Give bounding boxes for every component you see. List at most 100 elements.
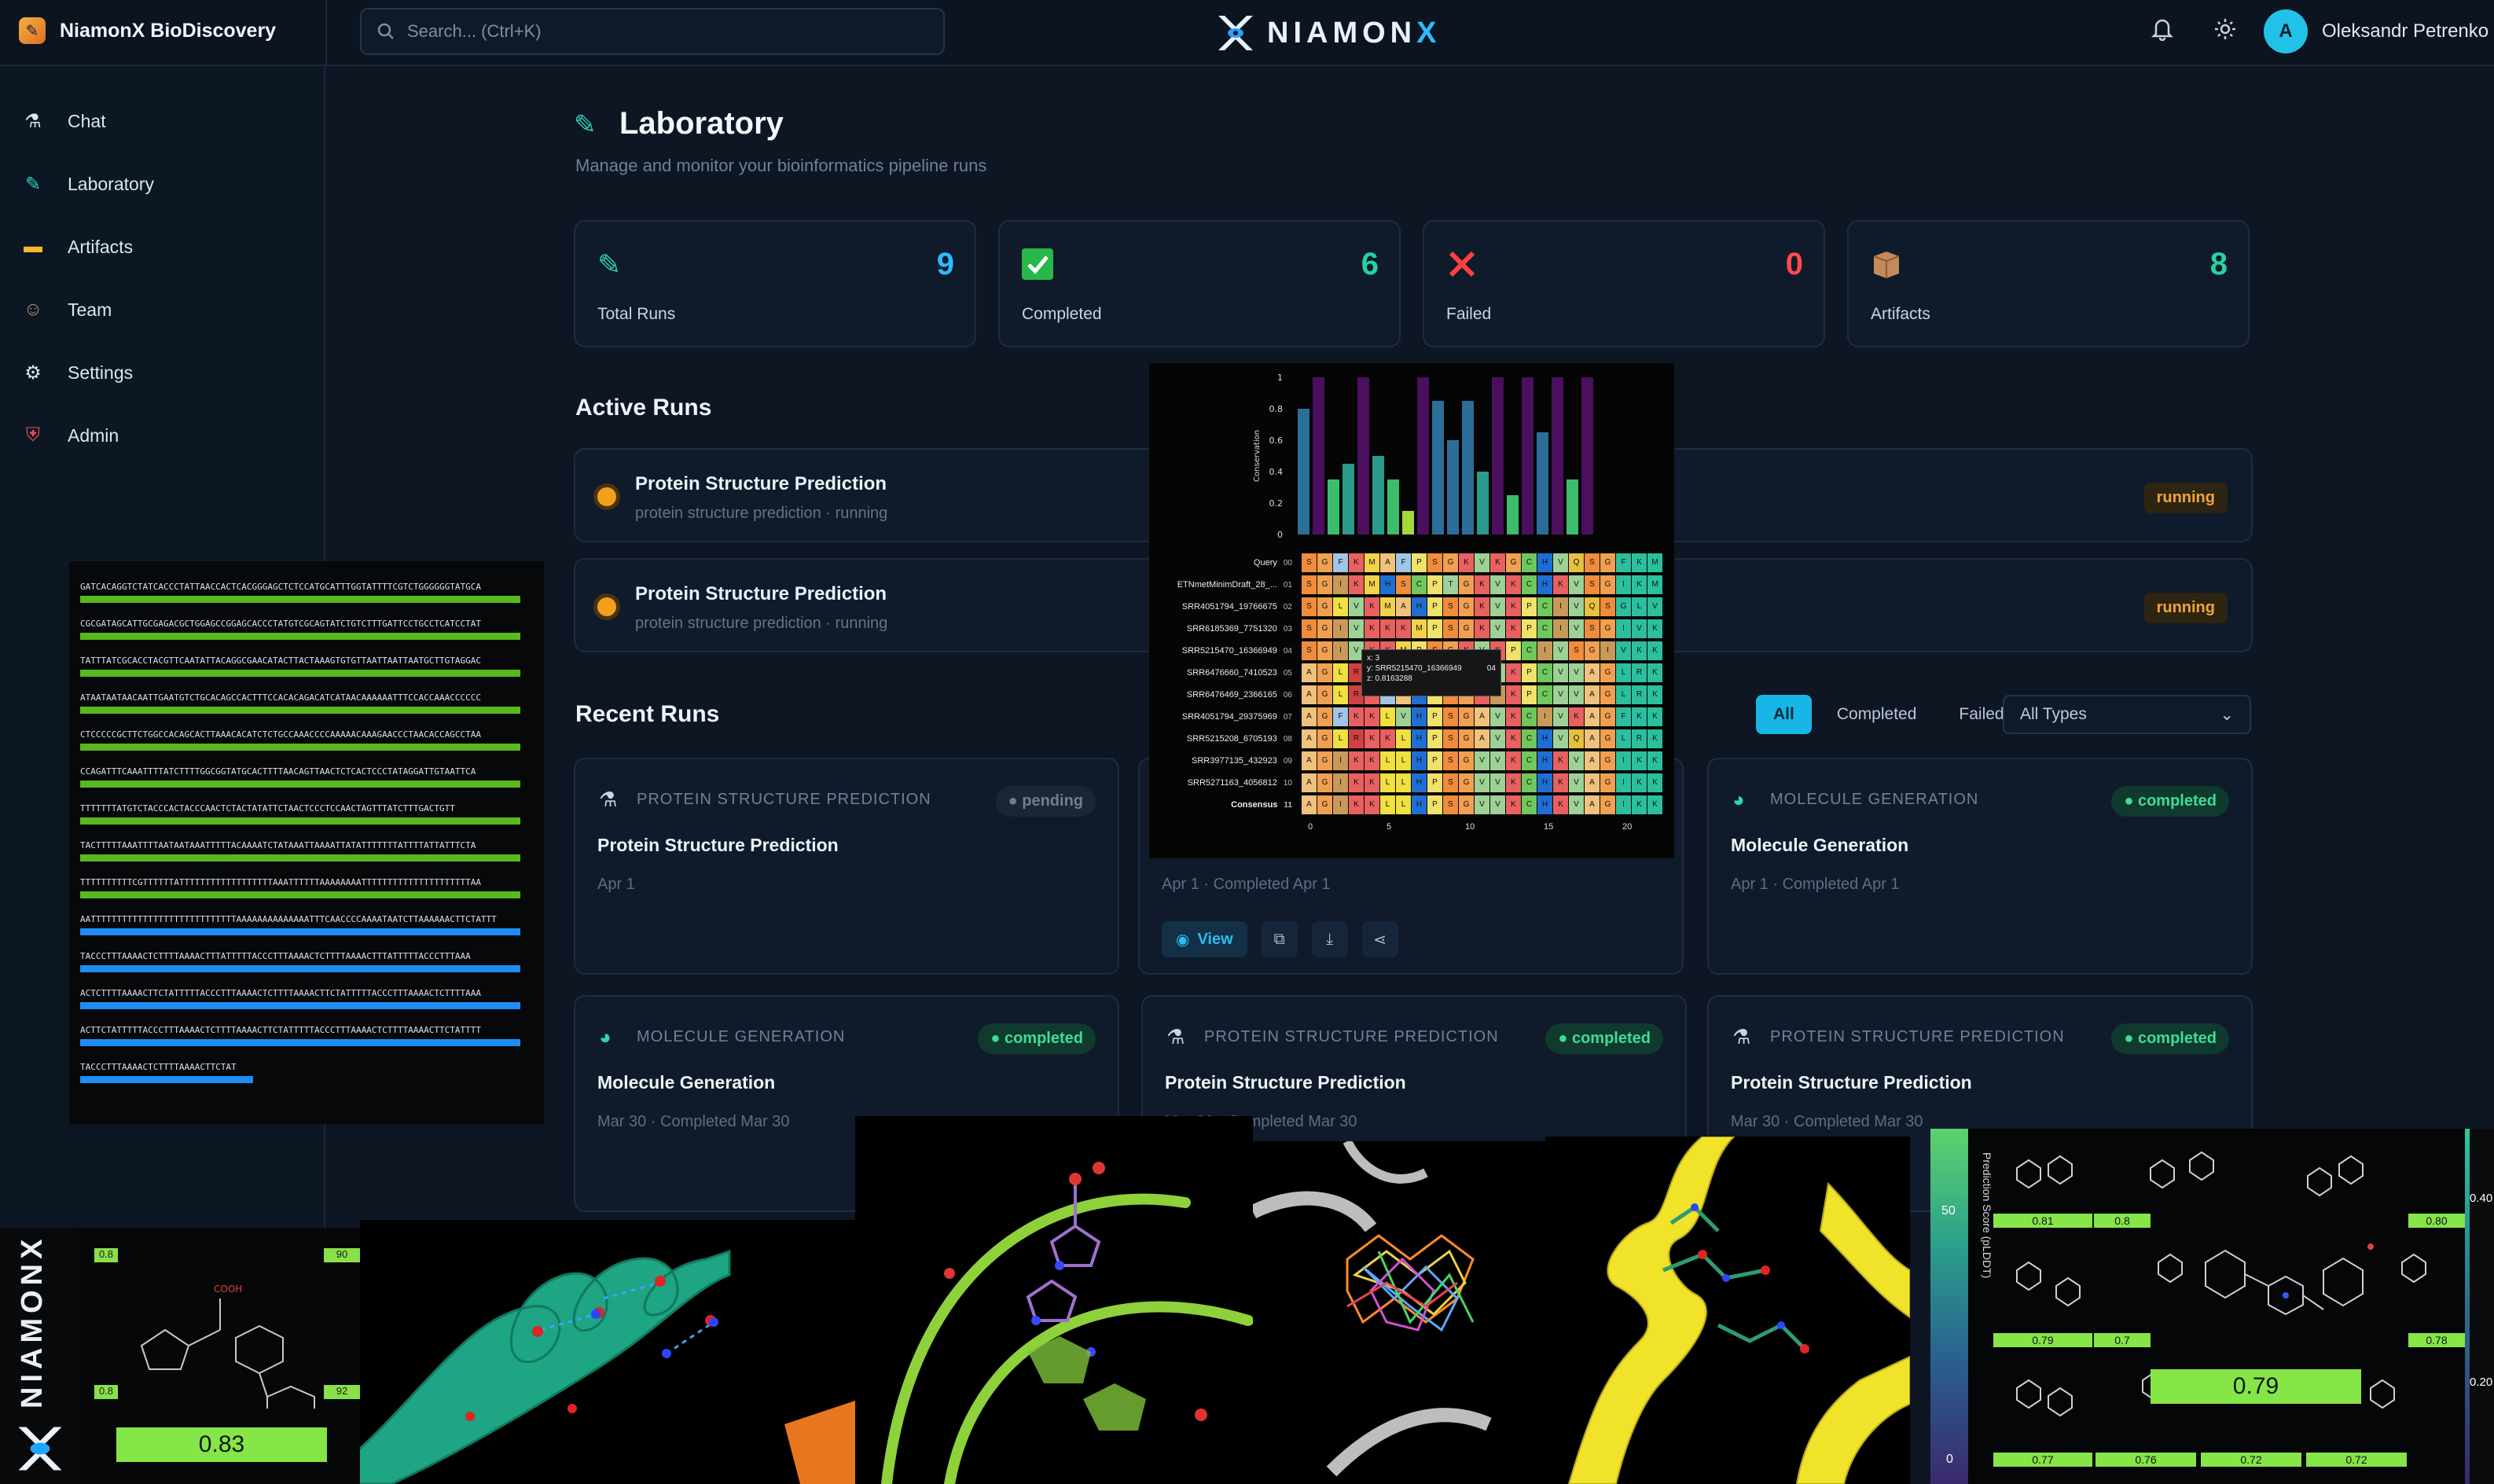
user-menu[interactable]: A Oleksandr Petrenko xyxy=(2264,9,2488,53)
plddt-colorbar xyxy=(1930,1129,1968,1484)
msa-cell: K xyxy=(1553,795,1568,814)
sequence-line: CGCGATAGCATTGCGAGACGCTGGAGCCGGAGCACCCTAT… xyxy=(80,619,481,629)
msa-cell: K xyxy=(1349,575,1364,594)
msa-cell: K xyxy=(1632,553,1647,572)
msa-cell: S xyxy=(1443,729,1458,748)
msa-cell: V xyxy=(1569,751,1584,770)
copy-icon[interactable]: ⧉ xyxy=(1261,921,1298,957)
y-tick-label: 0.6 xyxy=(1269,435,1284,446)
msa-cell: I xyxy=(1333,641,1348,660)
shield-icon: ⛨ xyxy=(26,424,40,446)
msa-cell: V xyxy=(1490,773,1505,792)
msa-cell: V xyxy=(1553,707,1568,726)
search-input[interactable]: Search... (Ctrl+K) xyxy=(360,8,945,55)
sidebar-item-label: Team xyxy=(68,299,112,320)
msa-row-index: 02 xyxy=(1283,603,1292,612)
user-name: Oleksandr Petrenko xyxy=(2322,20,2489,42)
running-dot xyxy=(597,597,616,616)
sidebar-item-artifacts[interactable]: ▬ Artifacts xyxy=(0,215,325,278)
conservation-bar xyxy=(1537,432,1548,534)
sidebar-item-admin[interactable]: ⛨ Admin xyxy=(0,404,325,467)
filter-all[interactable]: All xyxy=(1756,695,1812,734)
msa-cell: G xyxy=(1600,773,1615,792)
status-badge-text: completed xyxy=(2137,1030,2217,1047)
logo-wordmark: NIAMONX xyxy=(1267,16,1442,50)
msa-cell: I xyxy=(1537,641,1552,660)
molecule-score-panel: NIAMONX COOH 0.8 0.8 90 92 0.83 xyxy=(0,1228,360,1484)
msa-cell: I xyxy=(1333,773,1348,792)
niamonx-logo[interactable]: NIAMONX xyxy=(1214,11,1441,55)
msa-cell: L xyxy=(1333,597,1348,616)
msa-cell: V xyxy=(1475,773,1489,792)
conservation-bar xyxy=(1552,377,1563,534)
run-name: Protein Structure Prediction xyxy=(635,583,887,604)
msa-cell: V xyxy=(1490,597,1505,616)
status-badge: ● completed xyxy=(1545,1023,1663,1054)
folder-icon: ▬ xyxy=(24,236,42,257)
share-icon[interactable]: ⋖ xyxy=(1361,921,1398,957)
colorbar-tick: 0.40 xyxy=(2470,1192,2493,1205)
stat-total-runs: ✎ Total Runs 9 xyxy=(574,220,976,347)
msa-cell: P xyxy=(1427,707,1442,726)
msa-cell: L xyxy=(1616,729,1631,748)
msa-cell: V xyxy=(1490,707,1505,726)
msa-cell: K xyxy=(1553,575,1568,594)
run-card[interactable]: ⚗ PROTEIN STRUCTURE PREDICTION ● pending … xyxy=(574,758,1119,975)
msa-row: SRR4051794_19766675 02 S G L V K M A H P S G K V K P C I V Q… xyxy=(1149,596,1668,618)
msa-cell: G xyxy=(1317,619,1332,638)
sidebar-item-chat[interactable]: ⚗ Chat xyxy=(0,90,325,152)
msa-cell: P xyxy=(1412,553,1427,572)
msa-cell: V xyxy=(1569,619,1584,638)
avatar: A xyxy=(2264,9,2308,53)
score-chip: 92 xyxy=(324,1385,360,1399)
theme-sun-icon[interactable] xyxy=(2210,17,2240,47)
card-type-label: PROTEIN STRUCTURE PREDICTION xyxy=(637,790,931,808)
tooltip-line: y: SRR5215470_16366949 xyxy=(1367,664,1462,673)
msa-cell: A xyxy=(1585,663,1600,682)
filter-completed[interactable]: Completed xyxy=(1820,695,1934,734)
card-date: Apr 1 · Completed Apr 1 xyxy=(1731,876,1900,893)
msa-row-label: SRR6185369_7751320 03 xyxy=(1186,624,1292,634)
sidebar-item-settings[interactable]: ⚙ Settings xyxy=(0,341,325,404)
msa-cell: K xyxy=(1506,619,1521,638)
coverage-bar xyxy=(80,633,520,640)
conservation-bar-chart: 1 0.8 0.6 0.4 0.2 0 Conservation xyxy=(1253,373,1593,540)
msa-cell: M xyxy=(1647,553,1662,572)
msa-cell: V xyxy=(1569,795,1584,814)
docking-render xyxy=(1253,1141,1545,1484)
msa-cell: C xyxy=(1522,795,1537,814)
stat-value: 8 xyxy=(2209,247,2228,281)
app-brand[interactable]: ✎ NiamonX BioDiscovery xyxy=(19,17,276,44)
msa-cell: S xyxy=(1443,619,1458,638)
msa-cell: K xyxy=(1396,619,1411,638)
msa-cell: G xyxy=(1600,575,1615,594)
msa-cell: K xyxy=(1647,729,1662,748)
msa-cell: K xyxy=(1349,795,1364,814)
sidebar-item-laboratory[interactable]: ✎ Laboratory xyxy=(0,152,325,215)
msa-row-label: SRR6476660_7410523 05 xyxy=(1186,668,1292,678)
msa-row-index: 10 xyxy=(1283,779,1292,788)
view-button[interactable]: ◉ View xyxy=(1162,921,1247,957)
score-chip: 0.7 xyxy=(2094,1333,2151,1347)
run-card[interactable]: ◕ MOLECULE GENERATION ● completed Molecul… xyxy=(1707,758,2253,975)
msa-cell: L xyxy=(1333,685,1348,704)
msa-cell: S xyxy=(1302,597,1317,616)
bell-icon[interactable] xyxy=(2147,17,2177,47)
msa-row: SRR6185369_7751320 03 S G I V K K K M P S G K V K P C I V S G… xyxy=(1149,618,1668,640)
sequence-line: CTCCCCCGCTTCTGGCCACAGCACTTAAACACATCTCTGC… xyxy=(80,729,481,740)
msa-cell: G xyxy=(1459,751,1474,770)
msa-cell: H xyxy=(1412,773,1427,792)
msa-cell: G xyxy=(1616,597,1631,616)
type-select[interactable]: All Types ⌄ xyxy=(2003,695,2251,734)
msa-cell: Q xyxy=(1569,553,1584,572)
sidebar-item-team[interactable]: ☺ Team xyxy=(0,278,325,341)
msa-cell: P xyxy=(1427,751,1442,770)
download-icon[interactable]: ⤓ xyxy=(1311,921,1348,957)
status-badge-text: completed xyxy=(2137,792,2217,810)
card-title: Protein Structure Prediction xyxy=(597,835,839,855)
x-axis: 0 5 10 15 20 xyxy=(1302,819,1663,835)
msa-cell: K xyxy=(1647,663,1662,682)
status-badge-text: completed xyxy=(1571,1030,1651,1047)
msa-cell: C xyxy=(1537,663,1552,682)
coverage-bar xyxy=(80,744,520,751)
